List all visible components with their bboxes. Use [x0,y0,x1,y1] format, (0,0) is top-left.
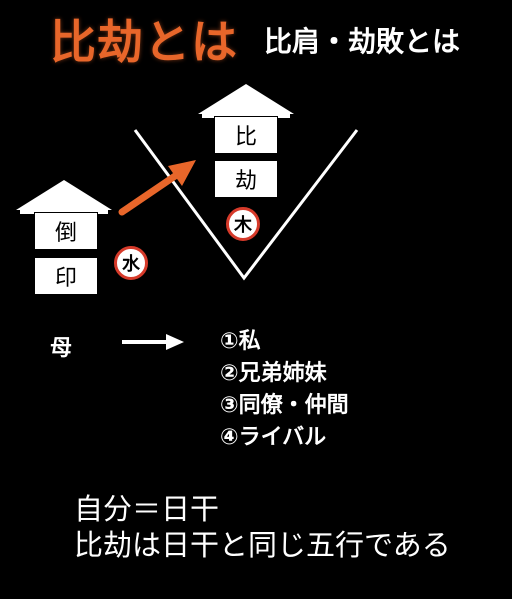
left-house-element-badge: 水 [114,246,148,280]
list-arrow-head [166,334,184,350]
growth-arrow-line [118,170,182,216]
list-item: ④ライバル [220,425,327,450]
mother-label: 母 [50,336,73,361]
right-house-element-badge: 木 [226,207,260,241]
left-house-roof [16,180,112,210]
right-house-bottom-cell: 劫 [214,160,278,198]
list-item: ②兄弟姉妹 [220,361,327,386]
list-item: ①私 [220,329,261,354]
definition-line-2: 比劫は日干と同じ五行である [74,528,451,562]
right-house-top-cell: 比 [214,116,278,154]
right-house-roof [198,84,294,114]
left-house-top-cell: 倒 [34,212,98,250]
left-house-bottom-cell: 印 [34,257,98,295]
list-item: ③同僚・仲間 [220,393,349,418]
